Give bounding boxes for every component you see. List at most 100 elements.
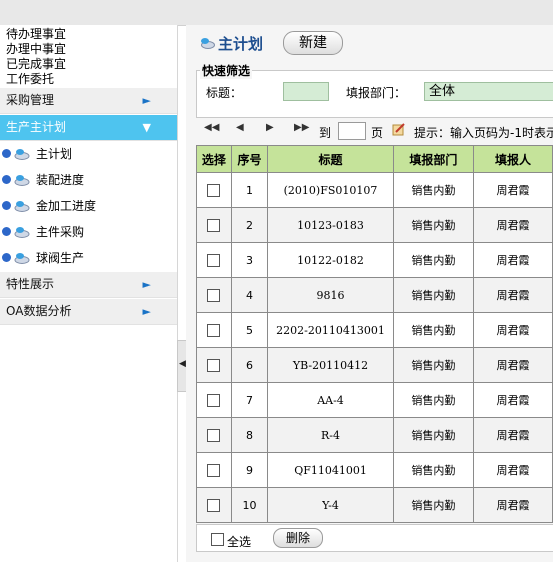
document-icon (14, 253, 30, 264)
row-checkbox[interactable] (207, 323, 221, 337)
row-checkbox[interactable] (207, 218, 221, 232)
select-cell (196, 417, 232, 453)
no-cell: 1 (230, 172, 269, 208)
todo-pending-link[interactable]: 待办理事宜 (6, 27, 177, 42)
select-cell (196, 277, 232, 313)
section-label: 生产主计划 (6, 120, 67, 134)
no-cell: 7 (230, 382, 269, 418)
todo-links: 待办理事宜 办理中事宜 已完成事宜 工作委托 (0, 25, 177, 87)
person-cell: 周君霞 (473, 277, 553, 313)
row-checkbox[interactable] (207, 183, 221, 197)
sidebar-item-label: 球阀生产 (36, 251, 85, 265)
page-number-input[interactable] (338, 122, 366, 140)
section-production-plan[interactable]: 生产主计划 ▼ (0, 114, 177, 141)
person-cell: 周君霞 (473, 347, 553, 383)
select-cell (196, 172, 232, 208)
col-person-header[interactable]: 填报人 (473, 145, 553, 173)
sidebar-item-main-purchase[interactable]: 主件采购 (0, 219, 177, 245)
title-cell[interactable]: QF11041001 (267, 452, 394, 488)
next-page-icon[interactable]: ▶ (266, 122, 274, 133)
main-panel: 主计划 新建 快速筛选 标题： 填报部门： 全体 ◀◀ ◀ ▶ ▶▶ 到 页 提… (186, 25, 553, 562)
title-cell[interactable]: 9816 (267, 277, 394, 313)
title-cell[interactable]: 10122-0182 (267, 242, 394, 278)
select-all-checkbox[interactable] (211, 533, 224, 546)
delete-button[interactable]: 删除 (273, 528, 323, 548)
page-unit-label: 页 (371, 126, 384, 140)
col-select-header: 选择 (196, 145, 232, 173)
last-page-icon[interactable]: ▶▶ (294, 122, 309, 133)
col-title-header[interactable]: 标题 (267, 145, 394, 173)
row-checkbox[interactable] (207, 498, 221, 512)
document-icon (201, 38, 215, 49)
section-oa-analysis[interactable]: OA数据分析 ► (0, 298, 177, 325)
chevron-right-icon: ► (142, 94, 151, 107)
no-cell: 10 (230, 487, 269, 523)
title-cell[interactable]: Y-4 (267, 487, 394, 523)
row-checkbox[interactable] (207, 393, 221, 407)
table-row: 2 10123-0183 销售内勤 周君霞 (196, 207, 553, 243)
person-cell: 周君霞 (473, 312, 553, 348)
col-dept-header[interactable]: 填报部门 (392, 145, 475, 173)
table-row: 3 10122-0182 销售内勤 周君霞 (196, 242, 553, 278)
select-cell (196, 347, 232, 383)
new-button[interactable]: 新建 (283, 31, 343, 55)
title-cell[interactable]: 2202-20110413001 (267, 312, 394, 348)
section-purchase[interactable]: 采购管理 ► (0, 87, 177, 114)
title-cell[interactable]: R-4 (267, 417, 394, 453)
title-cell[interactable]: AA-4 (267, 382, 394, 418)
row-checkbox[interactable] (207, 428, 221, 442)
row-checkbox[interactable] (207, 253, 221, 267)
todo-in-progress-link[interactable]: 办理中事宜 (6, 42, 177, 57)
title-filter-input[interactable] (283, 82, 329, 101)
pager-hint: 提示：输入页码为-1时表示 (414, 126, 553, 140)
section-feature-display[interactable]: 特性展示 ► (0, 271, 177, 298)
first-page-icon[interactable]: ◀◀ (204, 122, 219, 133)
title-cell[interactable]: (2010)FS010107 (267, 172, 394, 208)
page-title-text: 主计划 (218, 35, 264, 53)
row-checkbox[interactable] (207, 358, 221, 372)
dept-cell: 销售内勤 (392, 347, 475, 383)
select-cell (196, 382, 232, 418)
row-checkbox[interactable] (207, 463, 221, 477)
plan-table: 选择 序号 标题 填报部门 填报人 1 (2010)FS010107 销售内勤 … (196, 145, 553, 523)
title-filter-label: 标题： (206, 86, 243, 100)
document-icon (14, 227, 30, 238)
top-bar (0, 0, 553, 26)
table-row: 8 R-4 销售内勤 周君霞 (196, 417, 553, 453)
document-icon (14, 175, 30, 186)
person-cell: 周君霞 (473, 417, 553, 453)
dept-filter-select[interactable]: 全体 (424, 82, 553, 101)
bullet-icon (2, 201, 11, 210)
bullet-icon (2, 149, 11, 158)
person-cell: 周君霞 (473, 382, 553, 418)
chevron-right-icon: ► (142, 278, 151, 291)
title-cell[interactable]: YB-20110412 (267, 347, 394, 383)
chevron-right-icon: ► (142, 305, 151, 318)
sidebar-item-ball-valve[interactable]: 球阀生产 (0, 245, 177, 271)
select-all-label[interactable]: 全选 (227, 533, 251, 550)
col-no-header: 序号 (230, 145, 269, 173)
select-cell (196, 487, 232, 523)
bullet-icon (2, 175, 11, 184)
sidebar-item-machining-progress[interactable]: 金加工进度 (0, 193, 177, 219)
goto-label: 到 (319, 126, 332, 140)
row-checkbox[interactable] (207, 288, 221, 302)
select-cell (196, 242, 232, 278)
dept-cell: 销售内勤 (392, 417, 475, 453)
dept-filter-label: 填报部门： (346, 86, 407, 100)
todo-delegation-link[interactable]: 工作委托 (6, 72, 177, 87)
document-icon (14, 201, 30, 212)
no-cell: 9 (230, 452, 269, 488)
sidebar-item-label: 主计划 (36, 147, 73, 161)
arrow-left-icon: ◀ (179, 359, 186, 369)
table-row: 4 9816 销售内勤 周君霞 (196, 277, 553, 313)
title-cell[interactable]: 10123-0183 (267, 207, 394, 243)
todo-completed-link[interactable]: 已完成事宜 (6, 57, 177, 72)
dept-cell: 销售内勤 (392, 207, 475, 243)
section-label: 采购管理 (6, 93, 55, 107)
sidebar-item-master-plan[interactable]: 主计划 (0, 141, 177, 167)
sidebar-item-assembly-progress[interactable]: 装配进度 (0, 167, 177, 193)
sidebar-item-label: 金加工进度 (36, 199, 97, 213)
person-cell: 周君霞 (473, 452, 553, 488)
prev-page-icon[interactable]: ◀ (236, 122, 244, 133)
